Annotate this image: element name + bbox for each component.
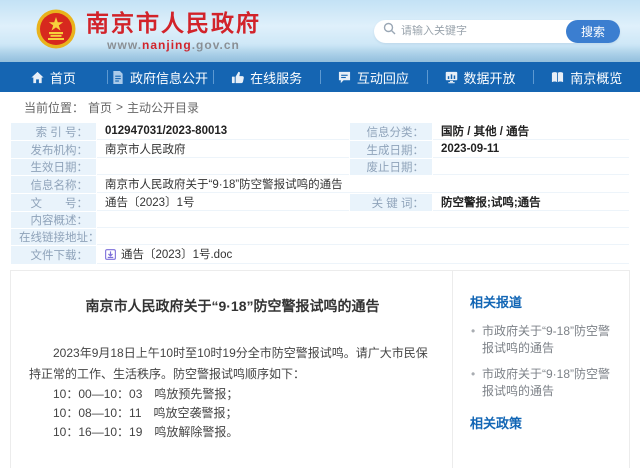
field-label: 生效日期： [11, 159, 96, 175]
main-nav: 首页 政府信息公开 在线服务 互动回应 数据开放 南京概览 [0, 62, 640, 92]
search-input[interactable] [396, 25, 566, 37]
breadcrumb-home[interactable]: 首页 [88, 99, 112, 116]
breadcrumb-prefix: 当前位置： [24, 99, 84, 116]
nav-item-gov-info[interactable]: 政府信息公开 [107, 62, 214, 92]
download-icon [105, 249, 116, 260]
field-label: 文 号： [11, 194, 96, 211]
search-icon [383, 22, 396, 40]
notice-article: 南京市人民政府关于“9·18”防空警报试鸣的通告 2023年9月18日上午10时… [11, 271, 453, 468]
nav-item-open-data[interactable]: 数据开放 [427, 62, 534, 92]
article-title: 南京市人民政府关于“9·18”防空警报试鸣的通告 [25, 296, 440, 316]
field-label: 内容概述： [11, 212, 96, 228]
book-icon [551, 71, 564, 84]
field-label: 在线链接地址： [11, 229, 96, 245]
national-emblem-icon [36, 9, 76, 54]
related-report-item[interactable]: 市政府关于“9-18”防空警报试鸣的通告 [470, 323, 619, 357]
site-title: 南京市人民政府 [86, 10, 261, 36]
site-url: www.nanjing.gov.cn [86, 38, 261, 52]
search-button[interactable]: 搜索 [566, 20, 620, 43]
table-row: 内容概述： [11, 212, 629, 228]
download-file-name: 通告〔2023〕1号.doc [121, 246, 232, 262]
field-value-link [97, 229, 629, 245]
field-value-doc-no: 通告〔2023〕1号 [97, 194, 349, 211]
field-label: 生成日期： [350, 141, 432, 158]
nav-item-online-services[interactable]: 在线服务 [213, 62, 320, 92]
schedule-line: 10：16—10：19 鸣放解除警报。 [29, 423, 436, 442]
schedule-line: 10：08—10：11 鸣放空袭警报； [29, 404, 436, 423]
related-reports-title: 相关报道 [470, 292, 619, 311]
schedule-line: 10：00—10：03 鸣放预先警报； [29, 385, 436, 404]
breadcrumb-current: 主动公开目录 [127, 99, 199, 116]
field-label: 文件下载： [11, 246, 96, 264]
download-file-link[interactable]: 通告〔2023〕1号.doc [105, 246, 232, 262]
nav-item-interaction[interactable]: 互动回应 [320, 62, 427, 92]
breadcrumb: 当前位置： 首页 > 主动公开目录 [0, 92, 640, 122]
table-row: 在线链接地址： [11, 229, 629, 245]
related-report-item[interactable]: 市政府关于“9·18”防空警报试鸣的通告 [470, 366, 619, 400]
article-paragraph: 2023年9月18日上午10时至10时19分全市防空警报试鸣。请广大市民保持正常… [29, 343, 436, 385]
field-label: 废止日期： [350, 159, 432, 175]
table-row: 索 引 号： 012947031/2023-80013 信息分类： 国防 / 其… [11, 123, 629, 140]
field-label: 关 键 词： [350, 194, 432, 211]
related-sidebar: 相关报道 市政府关于“9-18”防空警报试鸣的通告 市政府关于“9·18”防空警… [453, 271, 629, 468]
field-value-publisher: 南京市人民政府 [97, 141, 349, 158]
field-value-eff-date [97, 159, 349, 175]
document-icon [112, 71, 124, 84]
field-value-index-no: 012947031/2023-80013 [97, 123, 349, 140]
table-row: 文件下载： 通告〔2023〕1号.doc [11, 246, 629, 264]
field-label: 信息名称： [11, 176, 96, 193]
table-row: 文 号： 通告〔2023〕1号 关 键 词： 防空警报;试鸣;通告 [11, 194, 629, 211]
breadcrumb-separator: > [116, 100, 123, 114]
search-box: 搜索 [374, 20, 620, 43]
nav-item-overview[interactable]: 南京概览 [533, 62, 640, 92]
chat-bubble-icon [338, 71, 351, 84]
field-value-exp-date [433, 159, 629, 175]
related-policy-title: 相关政策 [470, 413, 619, 432]
field-value-category: 国防 / 其他 / 通告 [433, 123, 629, 140]
related-reports-list: 市政府关于“9-18”防空警报试鸣的通告 市政府关于“9·18”防空警报试鸣的通… [470, 323, 619, 400]
field-label: 索 引 号： [11, 123, 96, 140]
field-value-summary [97, 212, 629, 228]
metadata-table: 索 引 号： 012947031/2023-80013 信息分类： 国防 / 其… [0, 122, 640, 265]
field-value-info-name: 南京市人民政府关于“9·18”防空警报试鸣的通告 [97, 176, 629, 193]
table-row: 发布机构： 南京市人民政府 生成日期： 2023-09-11 [11, 141, 629, 158]
table-row: 生效日期： 废止日期： [11, 159, 629, 175]
field-label: 信息分类： [350, 123, 432, 140]
table-row: 信息名称： 南京市人民政府关于“9·18”防空警报试鸣的通告 [11, 176, 629, 193]
nav-item-home[interactable]: 首页 [0, 62, 107, 92]
field-value-keywords: 防空警报;试鸣;通告 [433, 194, 629, 211]
home-icon [31, 71, 44, 84]
monitor-icon [445, 71, 458, 84]
field-label: 发布机构： [11, 141, 96, 158]
content-box: 南京市人民政府关于“9·18”防空警报试鸣的通告 2023年9月18日上午10时… [10, 270, 630, 468]
thumbs-up-icon [231, 71, 244, 84]
field-value-gen-date: 2023-09-11 [433, 141, 629, 158]
site-header: 南京市人民政府 www.nanjing.gov.cn 搜索 [0, 0, 640, 62]
site-logo[interactable]: 南京市人民政府 www.nanjing.gov.cn [36, 9, 261, 54]
